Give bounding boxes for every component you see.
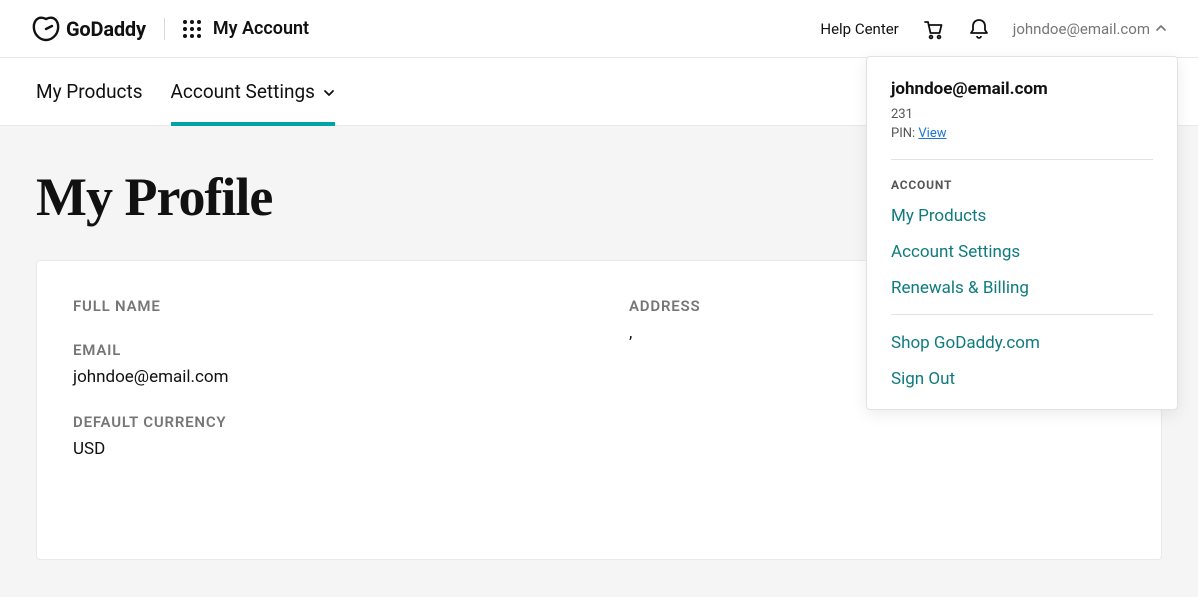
apps-grid-icon [183,20,201,38]
user-menu-trigger[interactable]: johndoe@email.com [1013,20,1166,38]
dd-shopper-id: 231 [891,107,1153,122]
email-value: johndoe@email.com [73,367,569,387]
cart-icon[interactable] [921,17,945,41]
nav-my-products[interactable]: My Products [36,58,143,125]
nav-account-settings-label: Account Settings [171,80,315,103]
header-left: GoDaddy My Account [32,16,309,42]
full-name-label: FULL NAME [73,297,569,315]
app-switcher-label: My Account [213,18,309,39]
dd-pin-view-link[interactable]: View [918,126,946,141]
dd-link-shop[interactable]: Shop GoDaddy.com [891,333,1153,353]
dd-link-my-products[interactable]: My Products [891,206,1153,226]
profile-left-column: FULL NAME EMAIL johndoe@email.com DEFAUL… [73,297,569,523]
user-dropdown: johndoe@email.com 231 PIN: View ACCOUNT … [866,56,1178,410]
dd-pin-row: PIN: View [891,126,1153,141]
global-header: GoDaddy My Account Help Center [0,0,1198,58]
logo[interactable]: GoDaddy [32,16,146,42]
email-label: EMAIL [73,341,569,359]
currency-value: USD [73,439,569,459]
chevron-down-icon [323,80,335,103]
dd-divider-1 [891,159,1153,160]
logo-text: GoDaddy [66,17,146,41]
chevron-up-icon [1156,22,1166,35]
currency-label: DEFAULT CURRENCY [73,413,569,431]
dd-link-account-settings[interactable]: Account Settings [891,242,1153,262]
field-currency: DEFAULT CURRENCY USD [73,413,569,459]
dd-user-email: johndoe@email.com [891,79,1153,99]
dd-link-renewals[interactable]: Renewals & Billing [891,278,1153,298]
godaddy-logo-icon [32,16,60,42]
field-full-name: FULL NAME [73,297,569,315]
divider [164,18,165,40]
field-email: EMAIL johndoe@email.com [73,341,569,387]
help-center-link[interactable]: Help Center [820,20,898,38]
dd-divider-2 [891,314,1153,315]
user-email: johndoe@email.com [1013,20,1150,38]
nav-account-settings[interactable]: Account Settings [171,58,335,125]
dd-section-account: ACCOUNT [891,178,1153,192]
app-switcher[interactable]: My Account [183,18,309,39]
header-right: Help Center johndoe@email.com [820,17,1166,41]
dd-link-sign-out[interactable]: Sign Out [891,369,1153,389]
dd-pin-label: PIN: [891,126,915,141]
nav-my-products-label: My Products [36,80,143,103]
notifications-icon[interactable] [967,17,991,41]
